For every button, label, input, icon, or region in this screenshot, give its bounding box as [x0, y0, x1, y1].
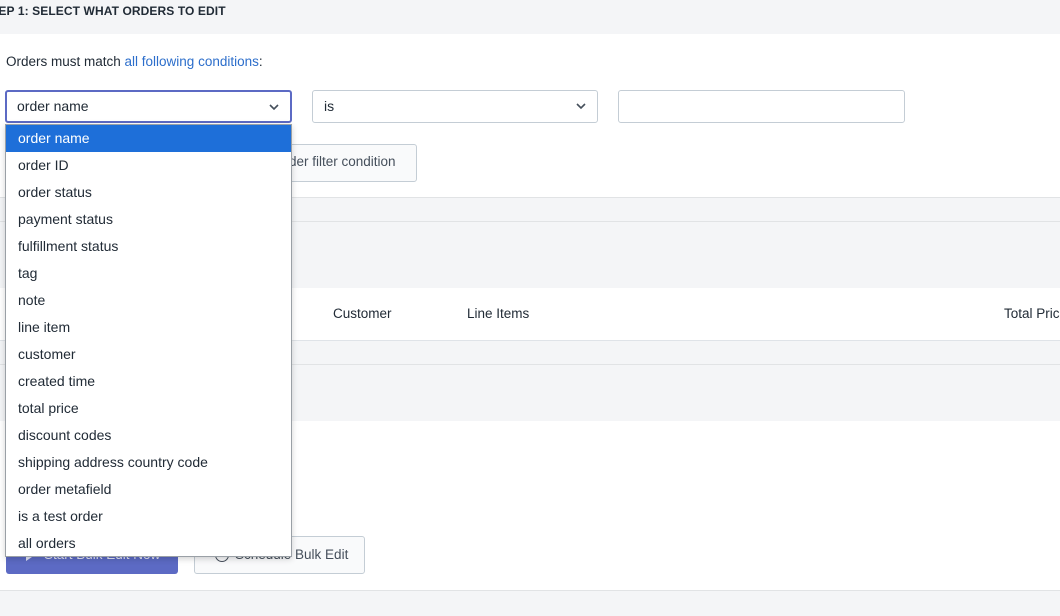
option-order-metafield[interactable]: order metafield [6, 476, 291, 503]
column-header-customer: Customer [333, 306, 392, 321]
option-total-price[interactable]: total price [6, 395, 291, 422]
column-header-total-price: Total Pric [1004, 306, 1060, 321]
operator-select[interactable]: is [312, 90, 598, 123]
match-mode-link[interactable]: all following conditions [125, 54, 259, 69]
chevron-down-icon [269, 104, 279, 111]
option-line-item[interactable]: line item [6, 314, 291, 341]
conditions-intro: Orders must match all following conditio… [6, 54, 263, 69]
option-shipping-address-country-code[interactable]: shipping address country code [6, 449, 291, 476]
option-payment-status[interactable]: payment status [6, 206, 291, 233]
conditions-suffix: : [258, 54, 263, 69]
add-condition-button[interactable]: der filter condition [270, 144, 417, 182]
chevron-down-icon [576, 103, 586, 110]
option-tag[interactable]: tag [6, 260, 291, 287]
field-select-dropdown[interactable]: order name order ID order status payment… [5, 124, 292, 557]
option-order-name[interactable]: order name [6, 125, 291, 152]
operator-select-value: is [324, 98, 335, 114]
condition-value-input[interactable] [618, 90, 905, 123]
field-select-value: order name [17, 98, 89, 114]
option-order-id[interactable]: order ID [6, 152, 291, 179]
option-customer[interactable]: customer [6, 341, 291, 368]
column-header-line-items: Line Items [467, 306, 530, 321]
field-select[interactable]: order name [5, 90, 292, 123]
option-created-time[interactable]: created time [6, 368, 291, 395]
option-order-status[interactable]: order status [6, 179, 291, 206]
option-is-a-test-order[interactable]: is a test order [6, 503, 291, 530]
option-all-orders[interactable]: all orders [6, 530, 291, 556]
step-title: TEP 1: SELECT WHAT ORDERS TO EDIT [0, 4, 226, 18]
conditions-prefix: Orders must match [6, 54, 125, 69]
option-discount-codes[interactable]: discount codes [6, 422, 291, 449]
option-fulfillment-status[interactable]: fulfillment status [6, 233, 291, 260]
option-note[interactable]: note [6, 287, 291, 314]
